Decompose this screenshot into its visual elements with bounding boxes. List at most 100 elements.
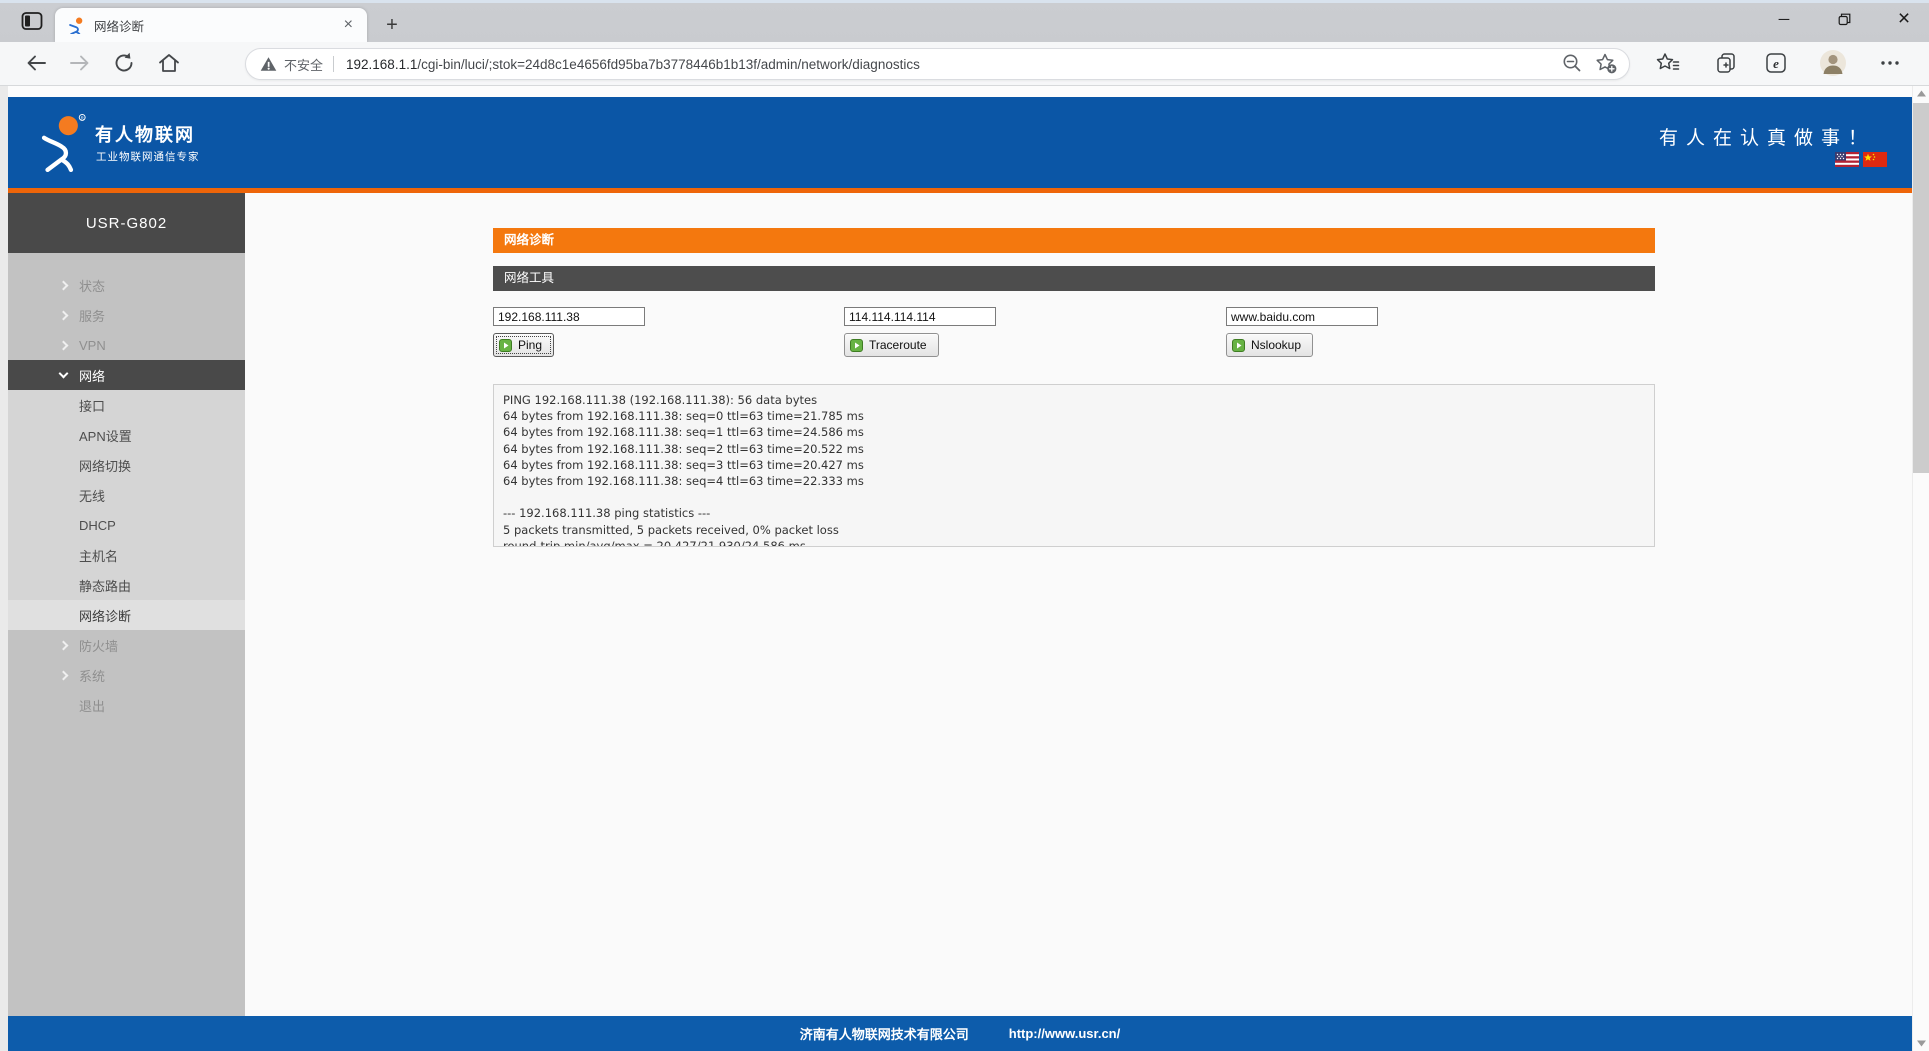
site-footer: 济南有人物联网技术有限公司 http://www.usr.cn/ (8, 1016, 1912, 1051)
profile-button[interactable] (1816, 47, 1850, 81)
sidebar-item-wireless[interactable]: 无线 (8, 480, 245, 510)
sidebar-item-label: 接口 (79, 396, 105, 415)
page-content: R 有人物联网 工业物联网通信专家 有人在认真做事！ (0, 86, 1929, 1051)
footer-website-link[interactable]: http://www.usr.cn/ (1009, 1026, 1120, 1041)
site-favicon (68, 17, 85, 34)
site-header: R 有人物联网 工业物联网通信专家 有人在认真做事！ (8, 97, 1912, 188)
sidebar-item-label: 退出 (79, 696, 105, 715)
scroll-up-button[interactable] (1913, 86, 1929, 102)
refresh-button[interactable] (107, 47, 141, 81)
main-area: 网络诊断 网络工具 Ping (245, 193, 1912, 1016)
sidebar-item-label: 网络诊断 (79, 606, 131, 625)
chevron-right-icon (59, 340, 69, 350)
brand-title: 有人物联网 (95, 121, 195, 147)
browser-toolbar: 不安全 192.168.1.1/cgi-bin/luci/;stok=24d8c… (0, 42, 1929, 86)
sidebar-item-network[interactable]: 网络 (8, 360, 245, 390)
ie-mode-button[interactable]: e (1759, 47, 1793, 81)
home-button[interactable] (152, 47, 186, 81)
page-scrollbar[interactable] (1912, 86, 1929, 1051)
svg-text:R: R (81, 116, 84, 121)
minimize-button[interactable]: ─ (1759, 0, 1809, 38)
back-arrow-icon (23, 50, 49, 76)
sidebar-item-logout[interactable]: 退出 (8, 690, 245, 720)
collections-button[interactable] (1709, 47, 1743, 81)
settings-menu-button[interactable] (1873, 47, 1907, 81)
scroll-up-icon (1913, 86, 1929, 102)
ping-host-input[interactable] (493, 307, 645, 326)
url-host: 192.168.1.1 (346, 57, 417, 72)
sidebar-item-label: 主机名 (79, 546, 118, 565)
sidebar-item-services[interactable]: 服务 (8, 300, 245, 330)
sidebar-item-label: 系统 (79, 666, 105, 685)
close-button[interactable]: × (1879, 0, 1929, 38)
page-left-margin (0, 86, 8, 1051)
traceroute-host-input[interactable] (844, 307, 996, 326)
profile-avatar (1819, 49, 1847, 77)
header-slogan: 有人在认真做事！ (1659, 123, 1875, 150)
sidebar-item-dhcp[interactable]: DHCP (8, 510, 245, 540)
back-button[interactable] (19, 47, 53, 81)
ping-tool: Ping (493, 307, 645, 357)
minimize-icon: ─ (1779, 11, 1790, 28)
traceroute-button[interactable]: Traceroute (844, 333, 939, 357)
scroll-down-button[interactable] (1913, 1035, 1929, 1051)
active-tab[interactable]: 网络诊断 × (55, 8, 367, 42)
browser-window: 网络诊断 × + ─ × (0, 0, 1929, 1051)
ping-button[interactable]: Ping (493, 333, 554, 357)
traceroute-tool: Traceroute (844, 307, 996, 357)
refresh-icon (111, 50, 137, 76)
sidebar-item-interfaces[interactable]: 接口 (8, 390, 245, 420)
home-icon (156, 50, 182, 76)
sidebar-item-firewall[interactable]: 防火墙 (8, 630, 245, 660)
diagnostics-output-box: PING 192.168.111.38 (192.168.111.38): 56… (493, 384, 1655, 547)
sidebar-item-apn-settings[interactable]: APN设置 (8, 420, 245, 450)
forward-button[interactable] (63, 47, 97, 81)
favorites-button[interactable] (1651, 47, 1685, 81)
network-tools: Ping Traceroute (493, 307, 1655, 358)
zoom-out-icon (1561, 52, 1583, 74)
collections-icon (1713, 50, 1739, 76)
chevron-down-icon (59, 369, 69, 379)
chevron-right-icon (59, 280, 69, 290)
us-flag-icon[interactable] (1835, 152, 1859, 167)
new-tab-button[interactable]: + (378, 12, 406, 38)
nslookup-button[interactable]: Nslookup (1226, 333, 1313, 357)
sidebar-item-diagnostics[interactable]: 网络诊断 (8, 600, 245, 630)
add-favorite-button[interactable] (1593, 51, 1619, 77)
restore-button[interactable] (1819, 0, 1869, 38)
sidebar-menu: 状态 服务 VPN 网络 (8, 253, 245, 720)
sidebar-item-network-switch[interactable]: 网络切换 (8, 450, 245, 480)
page-top-gap (8, 86, 1912, 97)
ping-output: PING 192.168.111.38 (192.168.111.38): 56… (503, 392, 1645, 547)
window-controls: ─ × (1749, 0, 1929, 38)
cn-flag-icon[interactable] (1863, 152, 1887, 167)
sidebar-item-hostname[interactable]: 主机名 (8, 540, 245, 570)
address-bar[interactable]: 不安全 192.168.1.1/cgi-bin/luci/;stok=24d8c… (245, 48, 1630, 80)
sidebar-item-label: 静态路由 (79, 576, 131, 595)
sidebar-item-vpn[interactable]: VPN (8, 330, 245, 360)
url-text[interactable]: 192.168.1.1/cgi-bin/luci/;stok=24d8c1e46… (346, 57, 1551, 72)
nslookup-host-input[interactable] (1226, 307, 1378, 326)
forward-arrow-icon (67, 50, 93, 76)
sidebar-item-label: 无线 (79, 486, 105, 505)
sidebar-item-static-routes[interactable]: 静态路由 (8, 570, 245, 600)
ellipsis-icon (1877, 50, 1903, 76)
sidebar-item-label: VPN (79, 338, 106, 353)
ie-mode-icon: e (1763, 50, 1789, 76)
close-icon: × (1898, 7, 1910, 31)
scrollbar-thumb[interactable] (1913, 103, 1929, 473)
tab-actions-button[interactable] (18, 9, 46, 35)
brand-subtitle: 工业物联网通信专家 (96, 149, 200, 164)
sidebar-item-label: 防火墙 (79, 636, 118, 655)
svg-text:e: e (1773, 56, 1779, 71)
zoom-out-button[interactable] (1559, 51, 1585, 77)
ping-button-label: Ping (518, 338, 542, 352)
device-name: USR-G802 (8, 193, 245, 253)
security-warning-label[interactable]: 不安全 (284, 55, 323, 74)
sidebar-item-status[interactable]: 状态 (8, 270, 245, 300)
tab-title: 网络诊断 (94, 16, 340, 35)
language-flags (1835, 152, 1887, 167)
tab-close-icon[interactable]: × (340, 17, 357, 33)
url-path: /cgi-bin/luci/;stok=24d8c1e4656fd95ba7b3… (417, 57, 920, 72)
sidebar-item-system[interactable]: 系统 (8, 660, 245, 690)
